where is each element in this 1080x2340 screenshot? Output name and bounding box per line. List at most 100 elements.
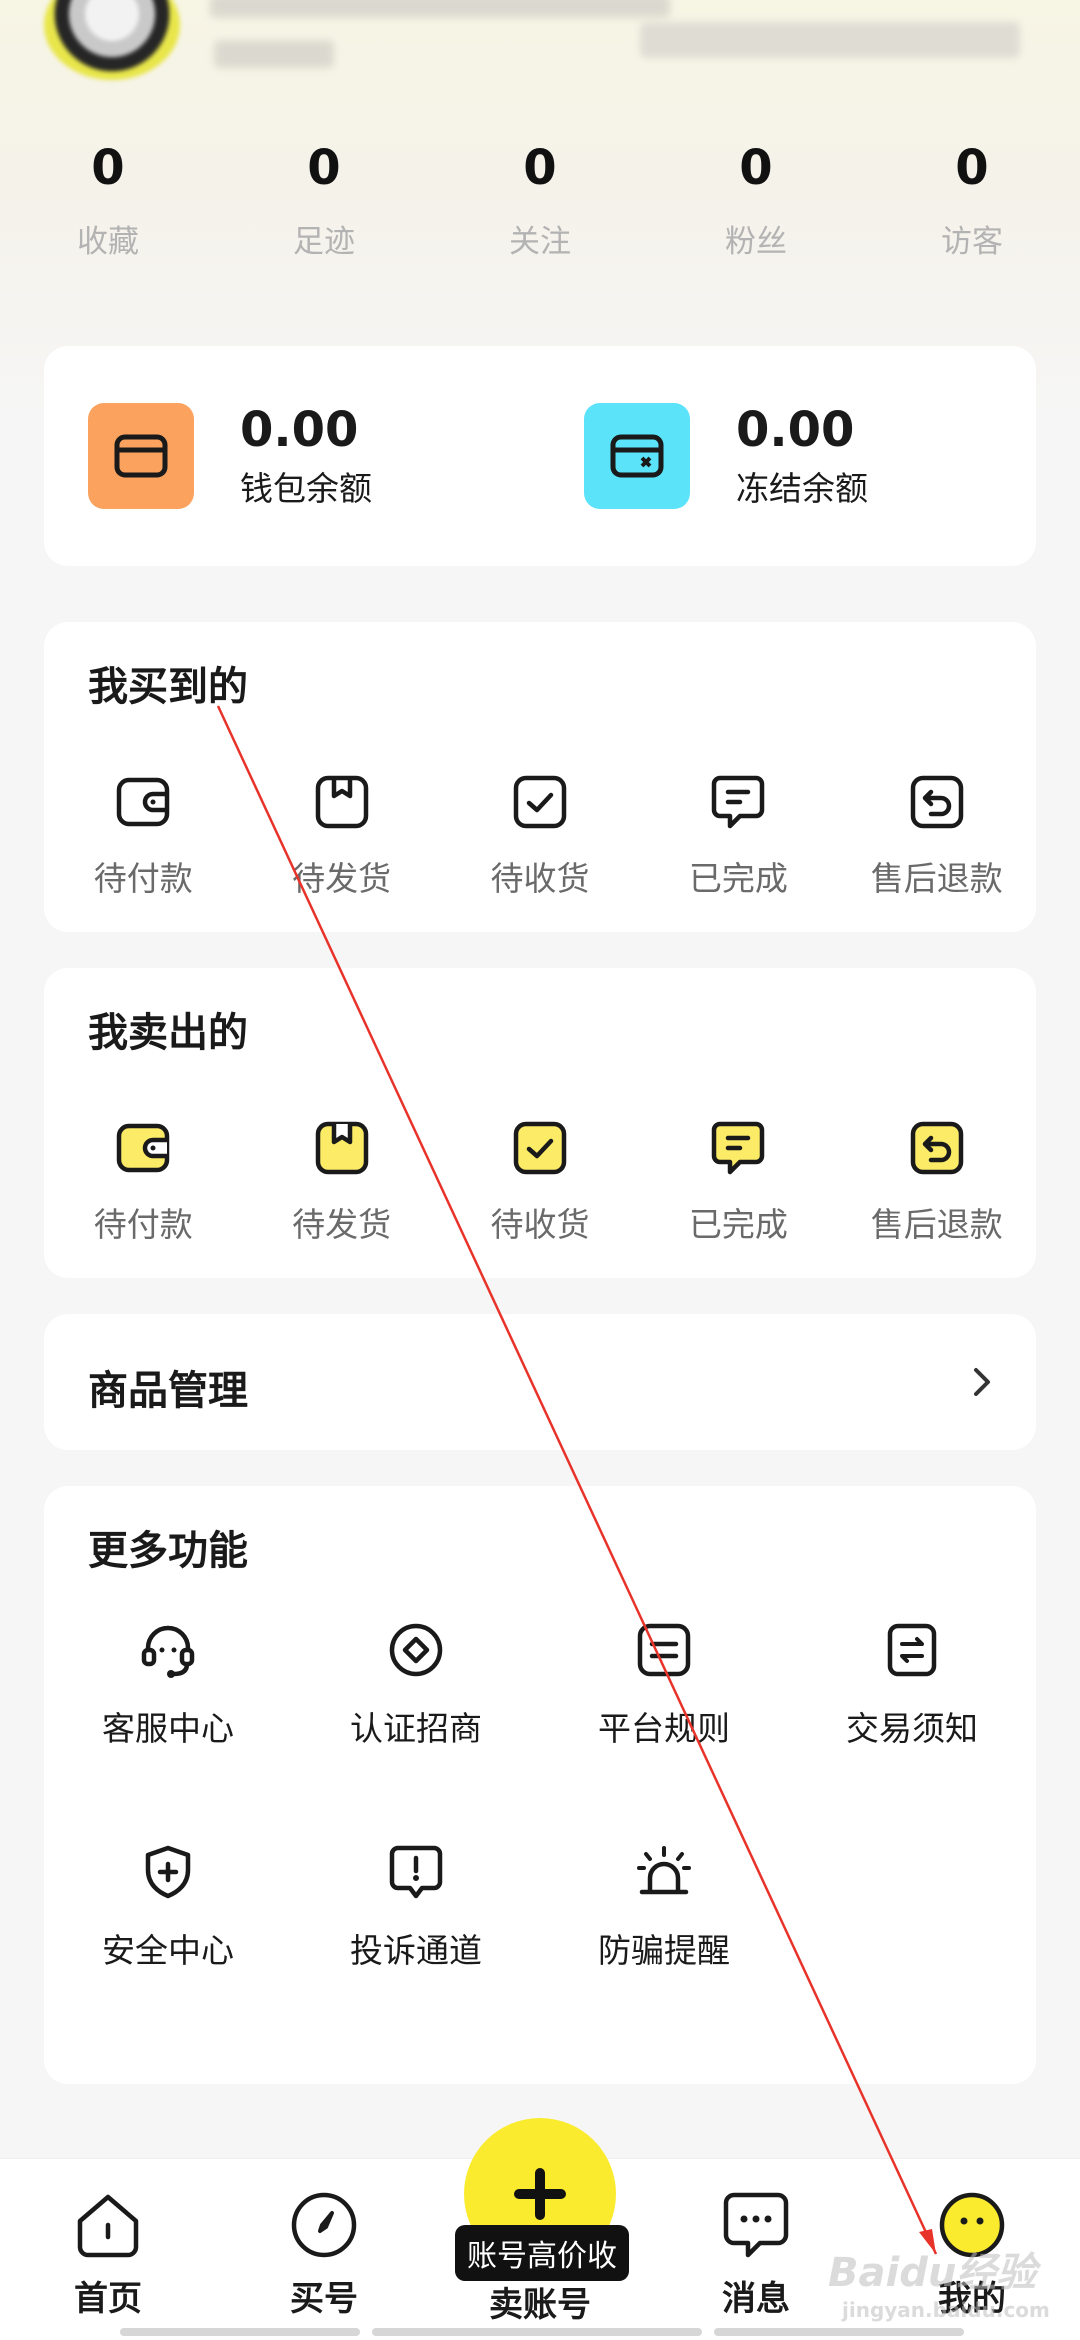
complaint-icon — [388, 1844, 444, 1900]
sold-item-pending-shipment[interactable]: 待发货 — [242, 1120, 440, 1246]
wallet-balance-label: 钱包余额 — [240, 469, 372, 508]
exchange-icon — [884, 1622, 940, 1678]
sold-item-pending-receipt[interactable]: 待收货 — [441, 1120, 639, 1246]
func-fraud-alert[interactable]: 防骗提醒 — [540, 1844, 788, 1972]
chevron-right-icon — [974, 1368, 990, 1396]
goods-management-row[interactable]: 商品管理 — [44, 1314, 1036, 1450]
watermark: Baidu经验 jingyan.baidu.com — [828, 2240, 1050, 2322]
sold-card: 我卖出的 待付款 待发货 待收货 已完成 售后退款 — [44, 968, 1036, 1278]
item-label: 安全中心 — [102, 1931, 234, 1970]
stat-footprints[interactable]: 0 足迹 — [234, 140, 414, 270]
stats-row: 0 收藏 0 足迹 0 关注 0 粉丝 0 访客 — [0, 140, 1080, 270]
sold-item-pending-payment[interactable]: 待付款 — [44, 1120, 242, 1246]
wallet-balance-icon — [88, 403, 194, 509]
stat-label: 收藏 — [77, 224, 139, 260]
stat-label: 粉丝 — [725, 224, 787, 260]
return-icon — [909, 1120, 965, 1176]
nav-item-sell[interactable]: 卖账号 — [470, 2277, 610, 2326]
stat-favorites[interactable]: 0 收藏 — [18, 140, 198, 270]
item-label: 认证招商 — [350, 1709, 482, 1748]
wallet-frozen-amount: 0.00 — [736, 402, 855, 458]
wallet-frozen[interactable]: 0.00 冻结余额 — [584, 402, 868, 510]
sold-item-completed[interactable]: 已完成 — [639, 1120, 837, 1246]
diamond-icon — [388, 1622, 444, 1678]
stat-label: 足迹 — [293, 224, 355, 260]
nav-item-buy[interactable]: 买号 — [254, 2189, 394, 2320]
package-icon — [314, 774, 370, 830]
gesture-bar-right — [714, 2328, 964, 2336]
item-label: 防骗提醒 — [598, 1931, 730, 1970]
nav-label: 消息 — [722, 2279, 790, 2319]
stat-following[interactable]: 0 关注 — [450, 140, 630, 270]
return-icon — [909, 774, 965, 830]
func-certification[interactable]: 认证招商 — [292, 1622, 540, 1750]
item-label: 投诉通道 — [350, 1931, 482, 1970]
chat-bubble-icon — [710, 774, 766, 830]
user-id-blurred — [214, 40, 334, 68]
wallet-balance-amount: 0.00 — [240, 402, 359, 458]
gesture-bar-left — [120, 2328, 360, 2336]
bought-item-pending-receipt[interactable]: 待收货 — [441, 774, 639, 900]
checkbox-icon — [512, 774, 568, 830]
nav-item-messages[interactable]: 消息 — [686, 2189, 826, 2320]
func-security-center[interactable]: 安全中心 — [44, 1844, 292, 1972]
item-label: 待收货 — [490, 859, 590, 898]
shield-icon — [140, 1844, 196, 1900]
stat-label: 访客 — [941, 224, 1003, 260]
compass-icon — [288, 2189, 360, 2261]
package-icon — [314, 1120, 370, 1176]
alarm-icon — [636, 1844, 692, 1900]
more-functions-title: 更多功能 — [88, 1528, 248, 1574]
stat-value: 0 — [739, 140, 773, 196]
home-icon — [72, 2189, 144, 2261]
bought-item-refund[interactable]: 售后退款 — [838, 774, 1036, 900]
wallet-balance[interactable]: 0.00 钱包余额 — [88, 402, 372, 510]
item-label: 待收货 — [490, 1205, 590, 1244]
item-label: 售后退款 — [870, 859, 1003, 898]
plus-icon — [514, 2168, 566, 2220]
stat-value: 0 — [307, 140, 341, 196]
more-functions-card: 更多功能 客服中心 认证招商 平台规则 交易须知 安全中心 投诉通道 防骗提醒 — [44, 1486, 1036, 2084]
bought-item-completed[interactable]: 已完成 — [639, 774, 837, 900]
headset-icon — [140, 1622, 196, 1678]
goods-management-title: 商品管理 — [88, 1368, 248, 1414]
wallet-frozen-label: 冻结余额 — [736, 469, 868, 508]
bought-item-pending-payment[interactable]: 待付款 — [44, 774, 242, 900]
bought-item-pending-shipment[interactable]: 待发货 — [242, 774, 440, 900]
status-blurred — [640, 22, 1020, 58]
nav-label: 卖账号 — [489, 2285, 591, 2325]
wallet-card: 0.00 钱包余额 0.00 冻结余额 — [44, 346, 1036, 566]
frozen-wallet-icon — [584, 403, 690, 509]
rules-icon — [636, 1622, 692, 1678]
checkbox-icon — [512, 1120, 568, 1176]
watermark-main: Baidu经验 — [828, 2250, 1037, 2296]
func-complaint-channel[interactable]: 投诉通道 — [292, 1844, 540, 1972]
profile-header[interactable] — [0, 0, 1080, 90]
item-label: 交易须知 — [846, 1709, 978, 1748]
nav-label: 买号 — [290, 2279, 358, 2319]
gesture-bar-center — [372, 2328, 702, 2336]
item-label: 待付款 — [93, 859, 193, 898]
func-trade-notice[interactable]: 交易须知 — [788, 1622, 1036, 1750]
avatar[interactable] — [44, 0, 180, 80]
item-label: 已完成 — [688, 1205, 788, 1244]
item-label: 待付款 — [93, 1205, 193, 1244]
wallet-icon — [115, 774, 171, 830]
sold-title: 我卖出的 — [88, 1010, 248, 1056]
stat-value: 0 — [523, 140, 557, 196]
nav-label: 首页 — [74, 2279, 142, 2319]
stat-fans[interactable]: 0 粉丝 — [666, 140, 846, 270]
bought-title: 我买到的 — [88, 664, 248, 710]
item-label: 已完成 — [688, 859, 788, 898]
nav-item-home[interactable]: 首页 — [38, 2189, 178, 2320]
sell-tag-badge: 账号高价收 — [455, 2225, 629, 2281]
func-platform-rules[interactable]: 平台规则 — [540, 1622, 788, 1750]
stat-value: 0 — [91, 140, 125, 196]
stat-label: 关注 — [509, 224, 571, 260]
stat-visitors[interactable]: 0 访客 — [882, 140, 1062, 270]
wallet-icon — [115, 1120, 171, 1176]
chat-bubble-icon — [710, 1120, 766, 1176]
sold-item-refund[interactable]: 售后退款 — [838, 1120, 1036, 1246]
bought-card: 我买到的 待付款 待发货 待收货 已完成 售后退款 — [44, 622, 1036, 932]
func-customer-service[interactable]: 客服中心 — [44, 1622, 292, 1750]
